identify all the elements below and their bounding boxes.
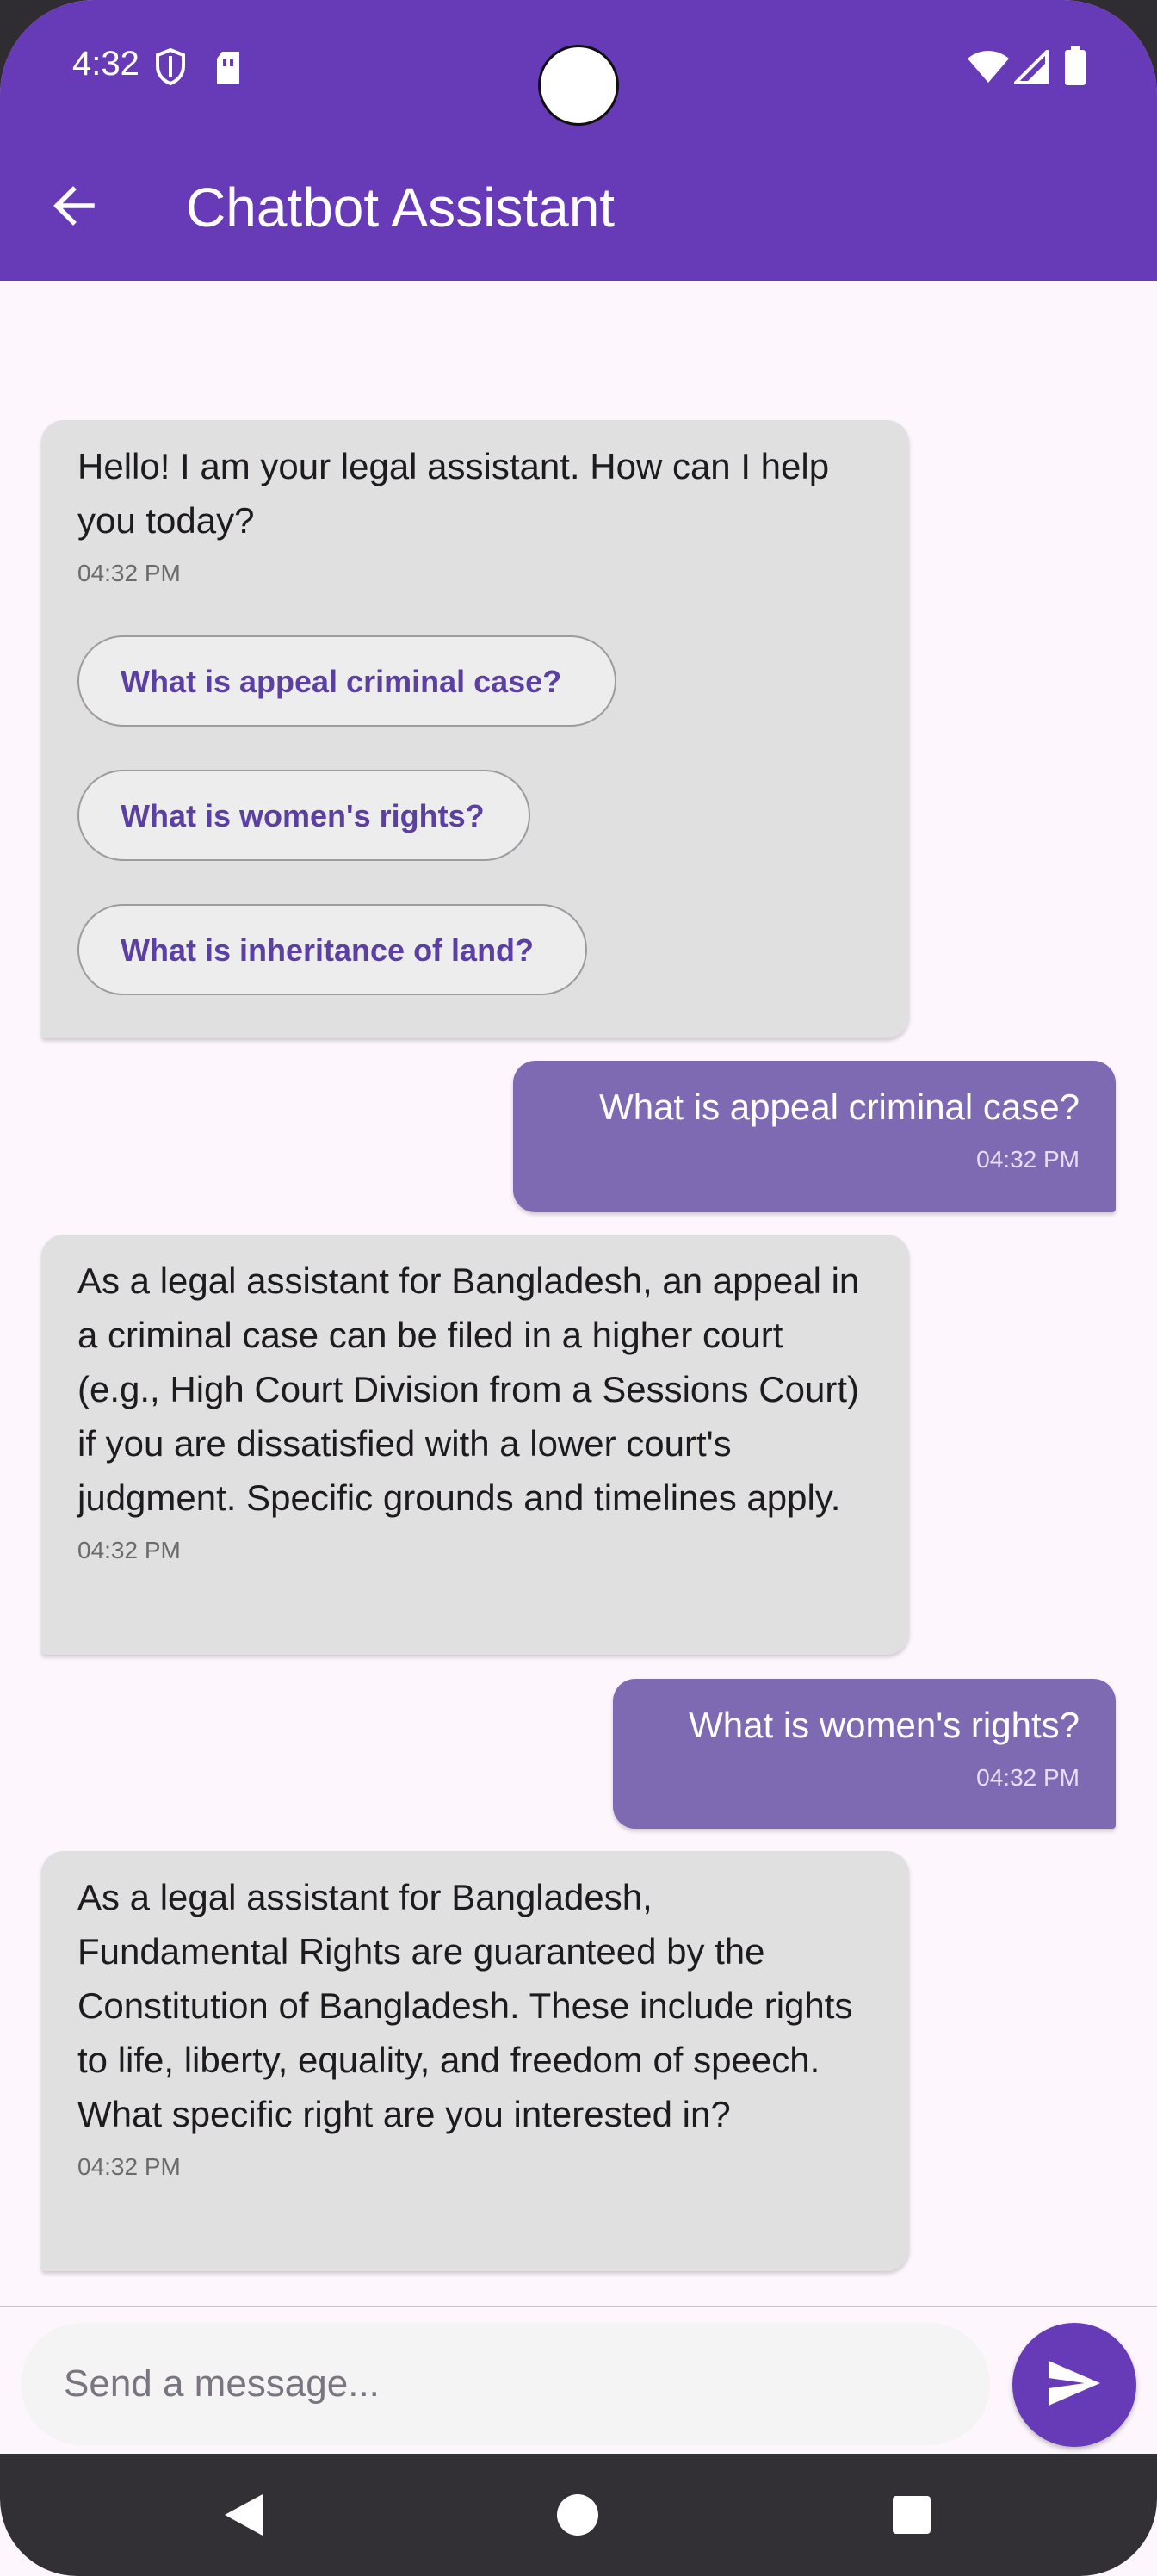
wifi-icon xyxy=(966,50,1011,89)
message-text: What is women's rights? xyxy=(689,1705,1080,1745)
send-button[interactable] xyxy=(1012,2323,1136,2447)
message-time: 04:32 PM xyxy=(77,1537,181,1564)
bot-message-bubble: Hello! I am your legal assistant. How ca… xyxy=(41,420,909,1038)
user-message-bubble: What is women's rights? 04:32 PM xyxy=(613,1679,1116,1829)
bot-message-bubble: As a legal assistant for Bangladesh, an … xyxy=(41,1235,909,1655)
suggestion-chip[interactable]: What is appeal criminal case? xyxy=(77,635,616,727)
back-button[interactable] xyxy=(43,177,103,238)
bot-message-bubble: As a legal assistant for Bangladesh, Fun… xyxy=(41,1851,909,2271)
phone-screen: 4:32 Chatbot Assistant Hello! I am your … xyxy=(0,0,1157,2576)
suggestion-chip[interactable]: What is inheritance of land? xyxy=(77,904,587,995)
signal-icon xyxy=(1012,47,1049,89)
nav-recents-button[interactable] xyxy=(882,2486,942,2547)
message-text: What is appeal criminal case? xyxy=(599,1087,1080,1127)
nav-back-button[interactable] xyxy=(213,2486,274,2547)
message-time: 04:32 PM xyxy=(77,560,181,586)
message-time: 04:32 PM xyxy=(976,1146,1080,1173)
arrow-left-icon xyxy=(51,183,96,232)
suggestion-chip[interactable]: What is women's rights? xyxy=(77,770,530,861)
message-text: Hello! I am your legal assistant. How ca… xyxy=(77,446,830,541)
message-text: As a legal assistant for Bangladesh, Fun… xyxy=(77,1877,853,2134)
app-header: 4:32 Chatbot Assistant xyxy=(0,0,1157,281)
message-text: As a legal assistant for Bangladesh, an … xyxy=(77,1260,860,1518)
message-input[interactable] xyxy=(62,2362,926,2406)
system-nav-bar xyxy=(0,2454,1157,2576)
sim-card-icon xyxy=(213,50,243,90)
battery-icon xyxy=(1064,46,1086,90)
shield-icon xyxy=(155,47,186,90)
nav-home-icon xyxy=(555,2492,600,2542)
nav-home-button[interactable] xyxy=(548,2486,608,2547)
message-time: 04:32 PM xyxy=(976,1764,1080,1791)
send-icon xyxy=(1047,2359,1102,2412)
message-input-container[interactable] xyxy=(21,2323,990,2445)
page-title: Chatbot Assistant xyxy=(186,176,616,238)
composer-bar xyxy=(0,2306,1157,2455)
user-message-bubble: What is appeal criminal case? 04:32 PM xyxy=(513,1061,1116,1212)
status-time: 4:32 xyxy=(72,45,139,83)
camera-cutout xyxy=(538,45,619,126)
nav-back-icon xyxy=(221,2491,266,2543)
message-time: 04:32 PM xyxy=(77,2153,181,2180)
nav-recents-icon xyxy=(891,2494,932,2540)
